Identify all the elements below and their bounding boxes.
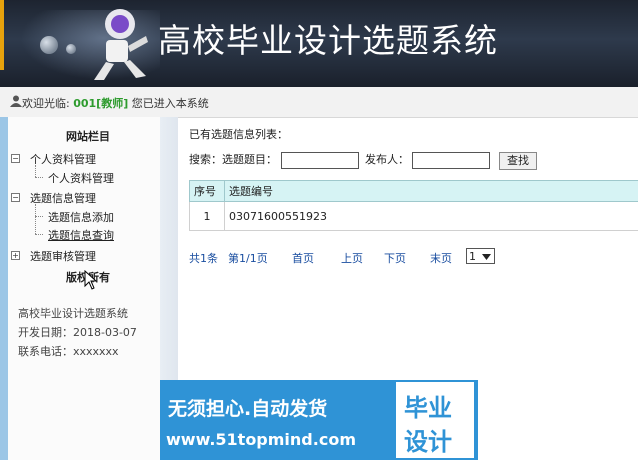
pager-total: 共1条 — [189, 252, 218, 265]
sidebar-group-topics[interactable]: 选题信息管理 — [30, 190, 96, 206]
collapse-toggle-icon[interactable]: − — [11, 193, 20, 202]
decor-orb — [40, 36, 58, 54]
pager-next-link[interactable]: 下页 — [384, 250, 406, 266]
sidebar-item-profile[interactable]: 个人资料管理 — [48, 170, 114, 186]
tree-line — [35, 204, 36, 234]
pager-first-link[interactable]: 首页 — [292, 250, 314, 266]
pager-prev-link[interactable]: 上页 — [341, 250, 363, 266]
welcome-suffix: 您已进入本系统 — [131, 97, 209, 110]
list-title: 已有选题信息列表： — [189, 128, 288, 141]
ad-badge: 毕业 设计 — [396, 382, 474, 458]
topics-table: 序号 选题编号 1 03071600551923 — [189, 180, 638, 231]
tree-line — [35, 234, 43, 235]
collapse-toggle-icon[interactable]: − — [11, 154, 20, 163]
publisher-search-input[interactable] — [412, 152, 490, 169]
chevron-down-icon — [482, 254, 491, 260]
welcome-prefix: 欢迎光临: — [22, 97, 70, 110]
cell-index: 1 — [189, 201, 225, 231]
table-header-row: 序号 选题编号 — [189, 180, 638, 202]
column-header-index: 序号 — [189, 180, 225, 202]
title-search-input[interactable] — [281, 152, 359, 169]
banner-edge — [0, 0, 4, 70]
sidebar-group-profile[interactable]: 个人资料管理 — [30, 151, 96, 167]
cell-topic-id: 03071600551923 — [224, 201, 638, 231]
sidebar-heading: 网站栏目 — [66, 130, 110, 143]
pager-page: 第1/1页 — [228, 252, 268, 265]
title-label: 选题题目： — [222, 153, 277, 166]
ad-badge-line-1: 毕业 — [404, 394, 452, 422]
system-name: 高校毕业设计选题系统 — [18, 307, 128, 320]
expand-toggle-icon[interactable]: + — [11, 251, 20, 260]
user-icon — [10, 95, 22, 107]
tree-line — [35, 165, 36, 177]
welcome-user: 001[教师] — [73, 97, 129, 110]
welcome-bar: 欢迎光临: 001[教师] 您已进入本系统 — [0, 87, 638, 118]
watermark-ad: 无须担心.自动发货 www.51topmind.com 毕业 设计 — [160, 380, 478, 460]
tree-line — [35, 177, 43, 178]
search-label: 搜索： — [189, 153, 222, 166]
mascot-logo-icon — [94, 9, 148, 80]
sidebar-item-topic-query[interactable]: 选题信息查询 — [48, 227, 114, 243]
ad-line-2: www.51topmind.com — [166, 430, 356, 449]
pager-last-link[interactable]: 末页 — [430, 250, 452, 266]
sidebar-rail — [0, 117, 8, 460]
page-select[interactable]: 1 — [466, 248, 495, 264]
ad-line-1: 无须担心.自动发货 — [168, 398, 328, 420]
page-select-value: 1 — [469, 250, 476, 263]
publisher-label: 发布人： — [365, 153, 409, 166]
system-title: 高校毕业设计选题系统 — [158, 21, 498, 60]
table-row[interactable]: 1 03071600551923 — [189, 201, 638, 231]
contact-phone: 联系电话：xxxxxxx — [18, 345, 119, 358]
column-header-topic-id: 选题编号 — [224, 180, 638, 202]
mouse-cursor-icon — [84, 270, 98, 290]
sidebar-group-review[interactable]: 选题审核管理 — [30, 248, 96, 264]
decor-orb — [66, 44, 76, 54]
dev-date: 开发日期：2018-03-07 — [18, 326, 137, 339]
tree-line — [35, 216, 43, 217]
header-banner: 高校毕业设计选题系统 — [0, 0, 638, 87]
welcome-text: 欢迎光临: 001[教师] 您已进入本系统 — [22, 95, 209, 111]
search-button[interactable]: 查找 — [499, 152, 537, 170]
ad-badge-line-2: 设计 — [404, 428, 452, 456]
sidebar-item-topic-add[interactable]: 选题信息添加 — [48, 209, 114, 225]
